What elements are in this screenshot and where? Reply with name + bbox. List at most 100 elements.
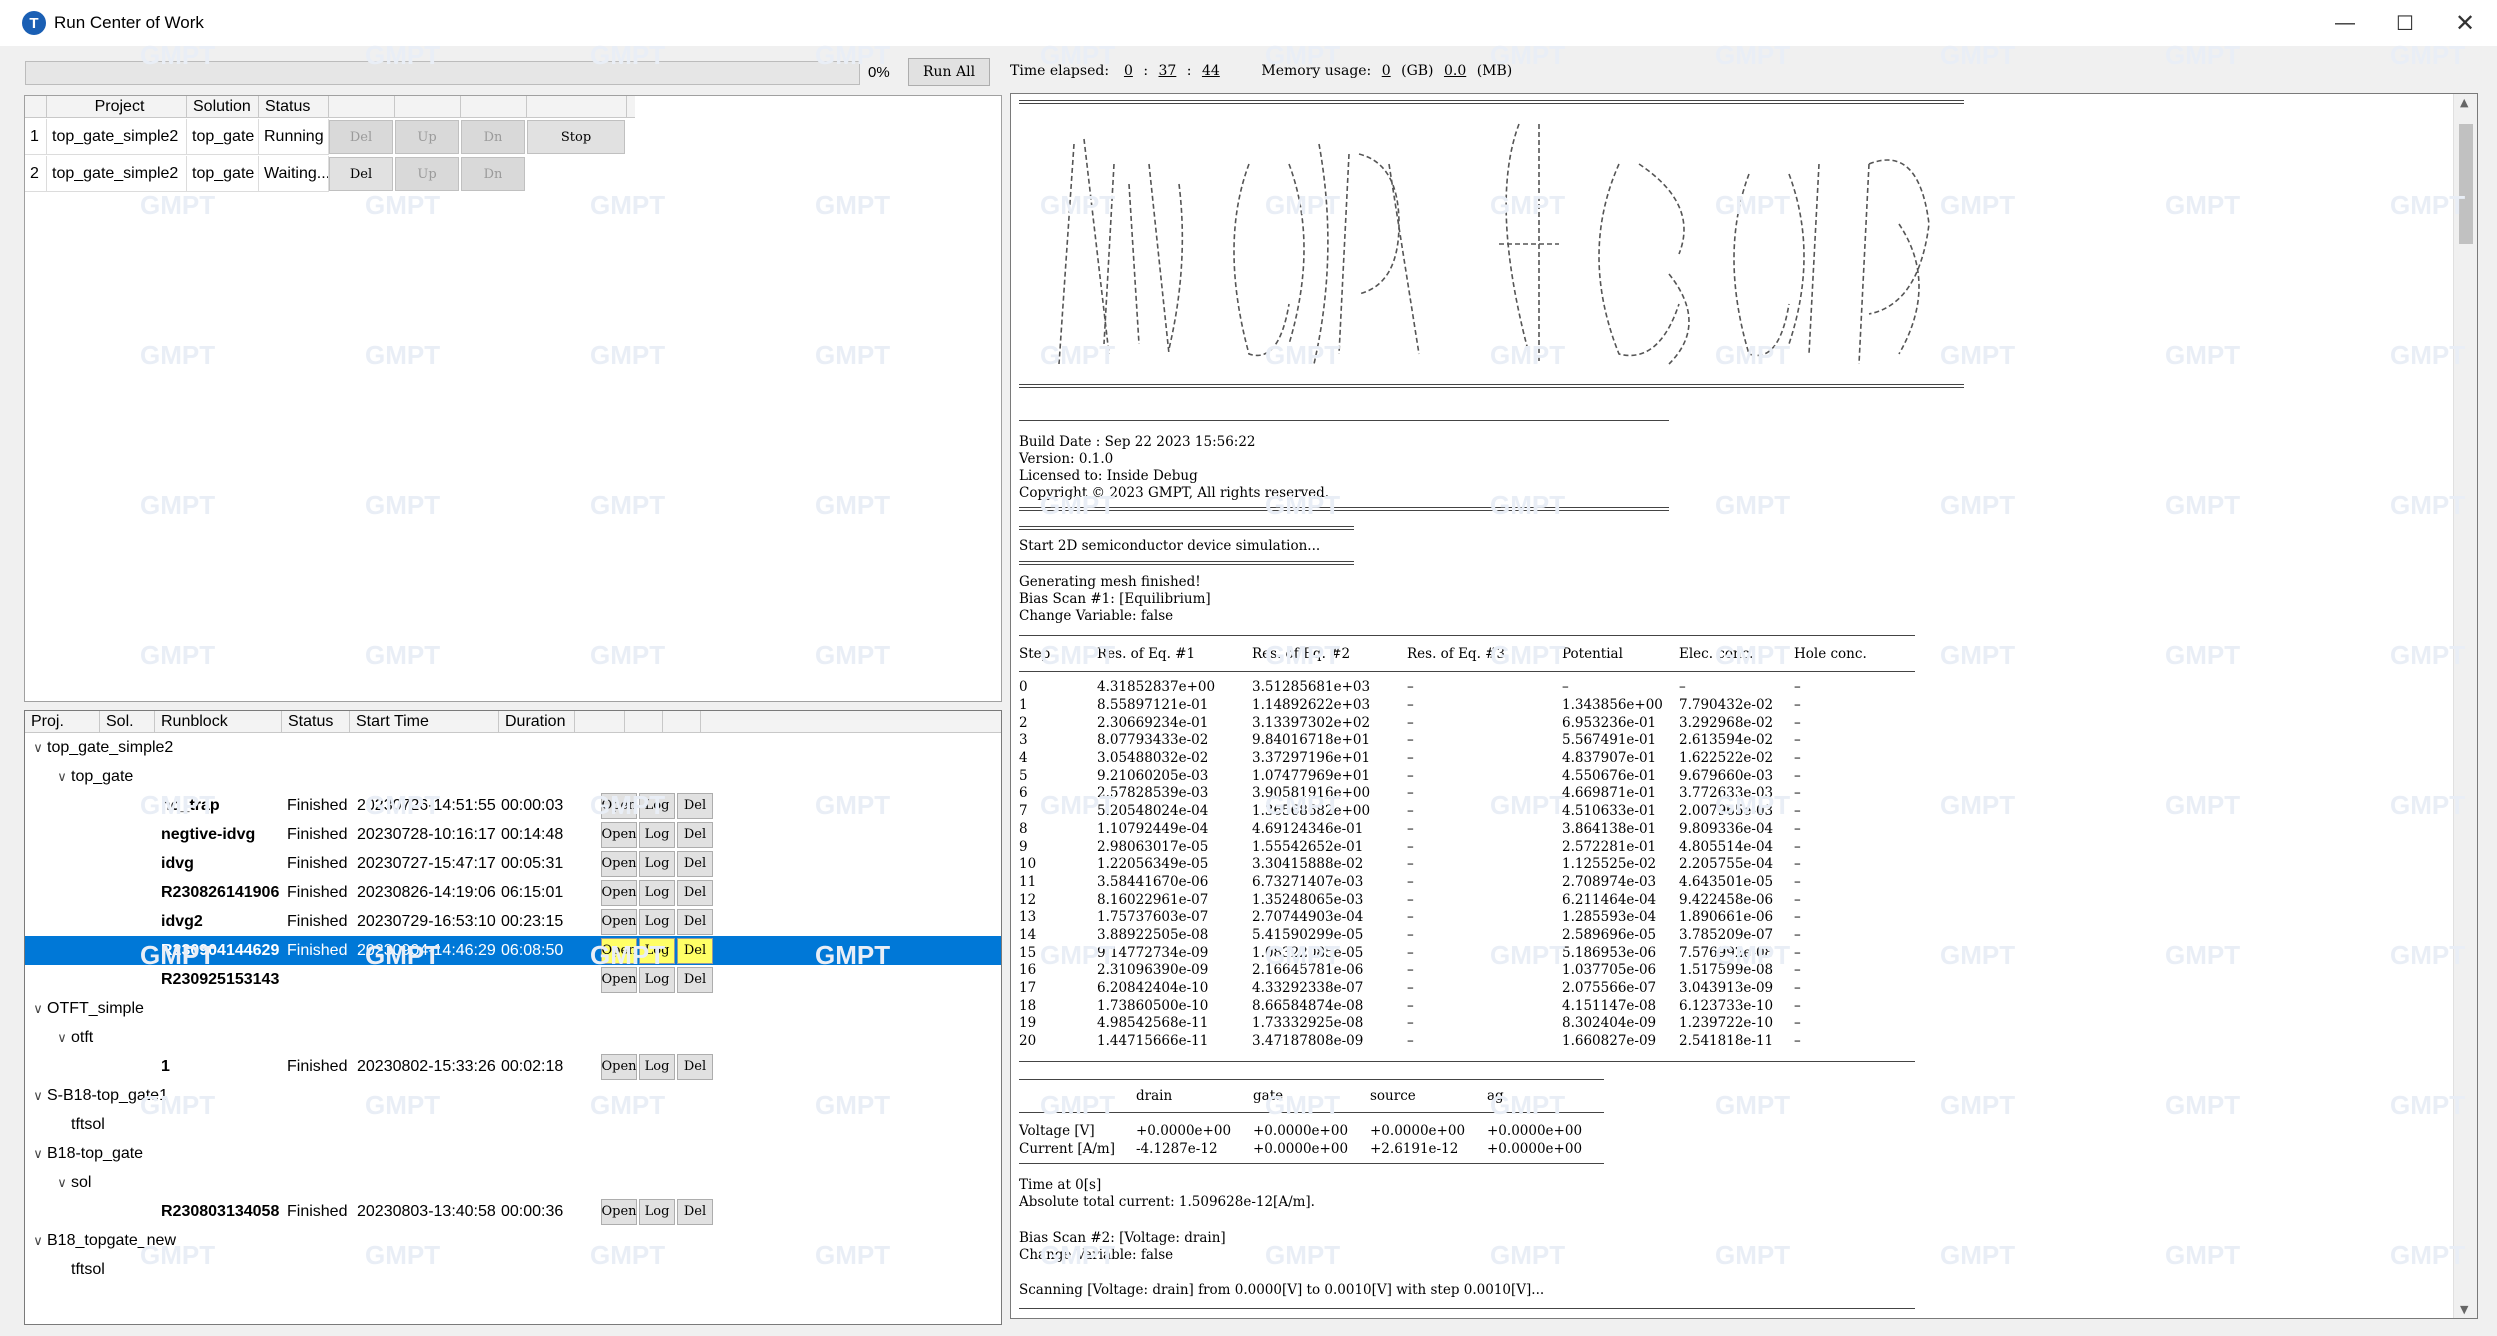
expand-caret-icon[interactable]: ∨: [29, 740, 47, 756]
runblock-name: R230904144629: [161, 941, 280, 959]
delete-button[interactable]: Del: [677, 792, 713, 819]
cell-potential: 4.550676e-01: [1562, 767, 1657, 784]
runblock-row[interactable]: idvg2 Finished 20230729-16:53:10 00:23:15 O…: [25, 907, 1001, 936]
project-node[interactable]: ∨ S-B18-top_gate1: [25, 1081, 1001, 1110]
delete-button[interactable]: Del: [677, 850, 713, 877]
cell-res2: 1.36568682e+00: [1252, 803, 1371, 820]
log-button[interactable]: Log: [639, 1198, 675, 1225]
solution-node[interactable]: ∨ otft: [25, 1023, 1001, 1052]
cell-hole: –: [1794, 785, 1801, 802]
scroll-thumb[interactable]: [2459, 124, 2473, 244]
project-node[interactable]: ∨ top_gate_simple2: [25, 733, 1001, 762]
job-queue-panel: Project Solution Status 1 top_gate_simpl…: [24, 95, 1002, 702]
project-node[interactable]: ∨ OTFT_simple: [25, 994, 1001, 1023]
expand-caret-icon[interactable]: ∨: [29, 1088, 47, 1104]
log-button[interactable]: Log: [639, 850, 675, 877]
run-duration: 00:23:15: [501, 912, 564, 930]
delete-button[interactable]: Del: [677, 966, 713, 993]
terminal-value: +0.0000e+00: [1487, 1141, 1583, 1158]
job-project: top_gate_simple2: [47, 156, 187, 192]
log-button[interactable]: Log: [639, 821, 675, 848]
runblock-row[interactable]: R230803134058 Finished 20230803-13:40:58 00…: [25, 1197, 1001, 1226]
run-start-time: 20230802-15:33:26: [357, 1057, 496, 1075]
console-scrollbar[interactable]: ▲ ▼: [2453, 94, 2477, 1318]
ascii-logo-art: [1058, 123, 1930, 365]
solution-node[interactable]: ∨ top_gate: [25, 762, 1001, 791]
close-icon[interactable]: ✕: [2435, 0, 2495, 46]
open-button[interactable]: Open: [601, 1198, 637, 1225]
cell-res2: 5.41590299e-05: [1252, 926, 1364, 943]
runblock-row[interactable]: 1 Finished 20230802-15:33:26 00:02:18 Open …: [25, 1052, 1001, 1081]
residual-table: 0 4.31852837e+00 3.51285681e+03– – – –1 8.5589…: [1019, 679, 1834, 1050]
delete-job-button[interactable]: Del: [329, 120, 393, 154]
expand-caret-icon[interactable]: ∨: [29, 1233, 47, 1249]
open-button[interactable]: Open: [601, 792, 637, 819]
runblock-row[interactable]: R230904144629 Finished 20230904-14:46:29 06…: [25, 936, 1001, 965]
log-button[interactable]: Log: [639, 879, 675, 906]
move-up-button[interactable]: Up: [395, 120, 459, 154]
log-button[interactable]: Log: [639, 1053, 675, 1080]
solution-node[interactable]: tftsol: [25, 1110, 1001, 1139]
open-button[interactable]: Open: [601, 937, 637, 964]
cell-hole: –: [1794, 962, 1801, 979]
delete-button[interactable]: Del: [677, 821, 713, 848]
expand-caret-icon[interactable]: ∨: [53, 1175, 71, 1191]
log-button[interactable]: Log: [639, 966, 675, 993]
open-button[interactable]: Open: [601, 1053, 637, 1080]
open-button[interactable]: Open: [601, 908, 637, 935]
job-row[interactable]: 2 top_gate_simple2 top_gate Waiting... D…: [25, 156, 527, 192]
project-node[interactable]: ∨ B18_topgate_new: [25, 1226, 1001, 1255]
log-button[interactable]: Log: [639, 792, 675, 819]
expand-caret-icon[interactable]: ∨: [53, 1030, 71, 1046]
maximize-icon[interactable]: ☐: [2375, 0, 2435, 46]
memory-mb: 0.0: [1443, 63, 1467, 79]
move-down-button[interactable]: Dn: [461, 120, 525, 154]
scroll-down-icon[interactable]: ▼: [2460, 1303, 2468, 1316]
delete-button[interactable]: Del: [677, 908, 713, 935]
open-col-header: [575, 711, 625, 733]
solution-node[interactable]: tftsol: [25, 1255, 1001, 1284]
cell-res3: –: [1407, 1033, 1414, 1050]
terminal-row: Voltage [V] +0.0000e+00 +0.0000e+00 +0.0000…: [1019, 1123, 1604, 1141]
runblock-row[interactable]: R230826141906 Finished 20230826-14:19:06 06…: [25, 878, 1001, 907]
solution-node[interactable]: ∨ sol: [25, 1168, 1001, 1197]
stop-job-button[interactable]: Stop: [527, 120, 625, 154]
expand-caret-icon[interactable]: ∨: [53, 769, 71, 785]
open-button[interactable]: Open: [601, 879, 637, 906]
log-button[interactable]: Log: [639, 937, 675, 964]
delete-button[interactable]: Del: [677, 1198, 713, 1225]
delete-button[interactable]: Del: [677, 937, 713, 964]
open-button[interactable]: Open: [601, 850, 637, 877]
project-node[interactable]: ∨ B18-top_gate: [25, 1139, 1001, 1168]
cell-potential: 1.285593e-04: [1562, 909, 1657, 926]
delete-job-button[interactable]: Del: [329, 157, 393, 191]
del-header: [329, 96, 395, 118]
residual-row: 0 4.31852837e+00 3.51285681e+03 – – – –: [1019, 679, 1834, 697]
move-down-button[interactable]: Dn: [461, 157, 525, 191]
cell-elec: –: [1679, 679, 1686, 696]
job-row[interactable]: 1 top_gate_simple2 top_gate Running Del …: [25, 119, 627, 155]
open-button[interactable]: Open: [601, 821, 637, 848]
version: Version: 0.1.0: [1019, 451, 1114, 467]
minimize-icon[interactable]: —: [2315, 0, 2375, 46]
expand-caret-icon[interactable]: ∨: [29, 1001, 47, 1017]
delete-button[interactable]: Del: [677, 879, 713, 906]
time-line: Time at 0[s]: [1019, 1177, 1102, 1193]
iv-col-source: source: [1370, 1088, 1416, 1105]
move-up-button[interactable]: Up: [395, 157, 459, 191]
runblock-row[interactable]: negtive-idvg Finished 20230728-10:16:17 00:…: [25, 820, 1001, 849]
open-button[interactable]: Open: [601, 966, 637, 993]
runblock-name: idvg: [161, 854, 194, 872]
run-all-button[interactable]: Run All: [908, 58, 990, 86]
delete-button[interactable]: Del: [677, 1053, 713, 1080]
scroll-up-icon[interactable]: ▲: [2460, 96, 2468, 109]
expand-caret-icon[interactable]: ∨: [29, 1146, 47, 1162]
log-button[interactable]: Log: [639, 908, 675, 935]
cell-potential: 1.660827e-09: [1562, 1033, 1657, 1050]
cell-res2: 8.66584874e-08: [1252, 997, 1364, 1014]
runblock-row[interactable]: idvg Finished 20230727-15:47:17 00:05:31 Op…: [25, 849, 1001, 878]
runblock-row[interactable]: no_trap Finished 20230726-14:51:55 00:00:03…: [25, 791, 1001, 820]
cell-step: 18: [1019, 997, 1037, 1014]
runblock-name: no_trap: [161, 796, 220, 814]
runblock-row[interactable]: R230925153143 Open Log Del: [25, 965, 1001, 994]
